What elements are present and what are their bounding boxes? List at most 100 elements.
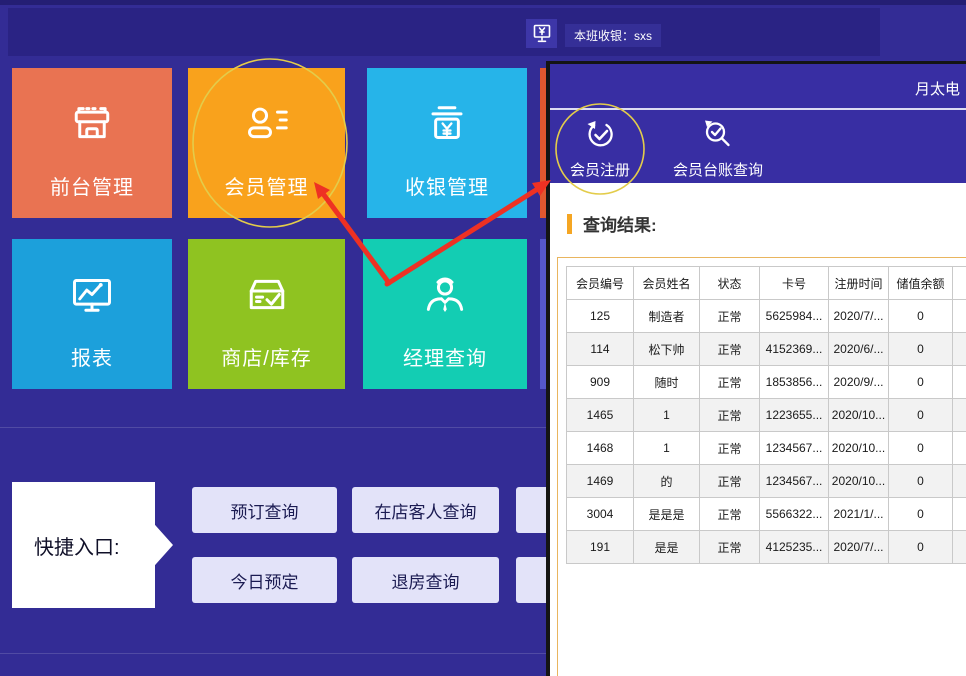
tile-cashier-management[interactable]: 收银管理 <box>367 68 527 218</box>
tile-member-management[interactable]: 会员管理 <box>188 68 345 218</box>
cashier-monitor-icon <box>526 19 557 48</box>
table-cell <box>953 366 966 399</box>
tile-label: 前台管理 <box>50 171 134 200</box>
checkout-query-button[interactable]: 退房查询 <box>352 557 499 603</box>
table-cell: 正常 <box>700 432 760 465</box>
table-cell: 1468 <box>567 432 634 465</box>
table-cell: 2020/10... <box>829 432 889 465</box>
table-cell: 的 <box>634 465 700 498</box>
panel-header: 月太电 <box>550 64 966 108</box>
table-cell: 正常 <box>700 366 760 399</box>
table-row[interactable]: 114松下帅正常4152369...2020/6/...0 <box>567 333 966 366</box>
member-table: 会员编号会员姓名状态卡号注册时间储值余额 125制造者正常5625984...2… <box>566 266 966 564</box>
heading-accent-bar <box>567 214 572 234</box>
tile-label: 会员管理 <box>225 171 309 200</box>
table-header-cell: 注册时间 <box>829 267 889 300</box>
table-cell <box>953 432 966 465</box>
table-header-cell: 会员姓名 <box>634 267 700 300</box>
table-cell: 0 <box>889 300 953 333</box>
tile-label: 报表 <box>71 342 113 371</box>
member-ledger-search-icon <box>702 119 734 156</box>
table-cell: 2020/10... <box>829 465 889 498</box>
tab-label: 会员台账查询 <box>673 159 763 180</box>
table-cell: 2020/6/... <box>829 333 889 366</box>
table-cell: 1 <box>634 399 700 432</box>
table-cell: 随时 <box>634 366 700 399</box>
table-header-row: 会员编号会员姓名状态卡号注册时间储值余额 <box>567 267 966 300</box>
manager-icon <box>417 270 473 326</box>
table-header-cell: 状态 <box>700 267 760 300</box>
panel-title: 月太电 <box>915 78 960 99</box>
table-row[interactable]: 191是是正常4125235...2020/7/...0 <box>567 531 966 564</box>
tile-label: 收银管理 <box>405 171 489 200</box>
table-row[interactable]: 14681正常1234567...2020/10...0 <box>567 432 966 465</box>
quick-entry-label: 快捷入口: <box>34 531 120 560</box>
table-cell: 191 <box>567 531 634 564</box>
tab-member-register[interactable]: 会员注册 <box>560 119 640 180</box>
table-cell: 1223655... <box>760 399 829 432</box>
member-module-panel: 月太电 会员注册 <box>546 61 966 676</box>
table-cell <box>953 399 966 432</box>
table-cell: 松下帅 <box>634 333 700 366</box>
table-cell: 正常 <box>700 300 760 333</box>
table-cell: 4125235... <box>760 531 829 564</box>
tile-front-desk[interactable]: 前台管理 <box>12 68 172 218</box>
reservation-query-button[interactable]: 预订查询 <box>192 487 337 533</box>
table-cell: 125 <box>567 300 634 333</box>
quick-entry-callout: 快捷入口: <box>12 482 173 608</box>
table-cell <box>953 531 966 564</box>
query-result-heading: 查询结果: <box>567 211 657 236</box>
table-cell: 2020/7/... <box>829 531 889 564</box>
table-cell: 1 <box>634 432 700 465</box>
table-cell: 正常 <box>700 399 760 432</box>
tile-manager-query[interactable]: 经理查询 <box>363 239 527 389</box>
panel-content: 查询结果: 会员编号会员姓名状态卡号注册时间储值余额 125制造者正常56259… <box>550 183 966 676</box>
tab-label: 会员注册 <box>570 159 630 180</box>
table-cell <box>953 498 966 531</box>
table-cell: 0 <box>889 399 953 432</box>
table-cell <box>953 300 966 333</box>
tile-label: 商店/库存 <box>221 342 312 371</box>
table-cell: 909 <box>567 366 634 399</box>
in-house-guest-query-button[interactable]: 在店客人查询 <box>352 487 499 533</box>
table-row[interactable]: 3004是是是正常5566322...2021/1/...0 <box>567 498 966 531</box>
table-cell: 0 <box>889 498 953 531</box>
table-cell: 正常 <box>700 531 760 564</box>
table-cell: 2021/1/... <box>829 498 889 531</box>
inventory-box-icon <box>239 270 295 326</box>
table-cell: 0 <box>889 333 953 366</box>
table-cell: 1465 <box>567 399 634 432</box>
table-cell: 2020/10... <box>829 399 889 432</box>
tile-reports[interactable]: 报表 <box>12 239 172 389</box>
member-register-icon <box>584 119 616 156</box>
table-cell: 是是是 <box>634 498 700 531</box>
table-row[interactable]: 909随时正常1853856...2020/9/...0 <box>567 366 966 399</box>
table-cell: 1234567... <box>760 465 829 498</box>
table-cell: 是是 <box>634 531 700 564</box>
member-table-container: 会员编号会员姓名状态卡号注册时间储值余额 125制造者正常5625984...2… <box>557 257 966 676</box>
topbar: 本班收银：sxs <box>8 8 880 56</box>
tile-label: 经理查询 <box>403 342 487 371</box>
table-row[interactable]: 125制造者正常5625984...2020/7/...0 <box>567 300 966 333</box>
report-board-icon <box>64 270 120 326</box>
member-contact-icon <box>239 99 295 155</box>
table-row[interactable]: 14651正常1223655...2020/10...0 <box>567 399 966 432</box>
table-cell: 制造者 <box>634 300 700 333</box>
table-cell: 2020/9/... <box>829 366 889 399</box>
table-cell: 3004 <box>567 498 634 531</box>
cash-register-icon <box>419 99 475 155</box>
table-cell: 1853856... <box>760 366 829 399</box>
table-header-cell: 会员编号 <box>567 267 634 300</box>
table-cell: 4152369... <box>760 333 829 366</box>
current-cashier-label: 本班收银：sxs <box>565 24 661 47</box>
table-cell: 0 <box>889 465 953 498</box>
tile-shop-inventory[interactable]: 商店/库存 <box>188 239 345 389</box>
table-row[interactable]: 1469的正常1234567...2020/10...0 <box>567 465 966 498</box>
table-cell <box>953 465 966 498</box>
tab-member-ledger-query[interactable]: 会员台账查询 <box>662 119 774 180</box>
table-cell: 0 <box>889 366 953 399</box>
today-booking-button[interactable]: 今日预定 <box>192 557 337 603</box>
table-header-cell: 储值余额 <box>889 267 953 300</box>
table-cell: 0 <box>889 531 953 564</box>
panel-tabbar: 会员注册 会员台账查询 <box>550 110 966 183</box>
